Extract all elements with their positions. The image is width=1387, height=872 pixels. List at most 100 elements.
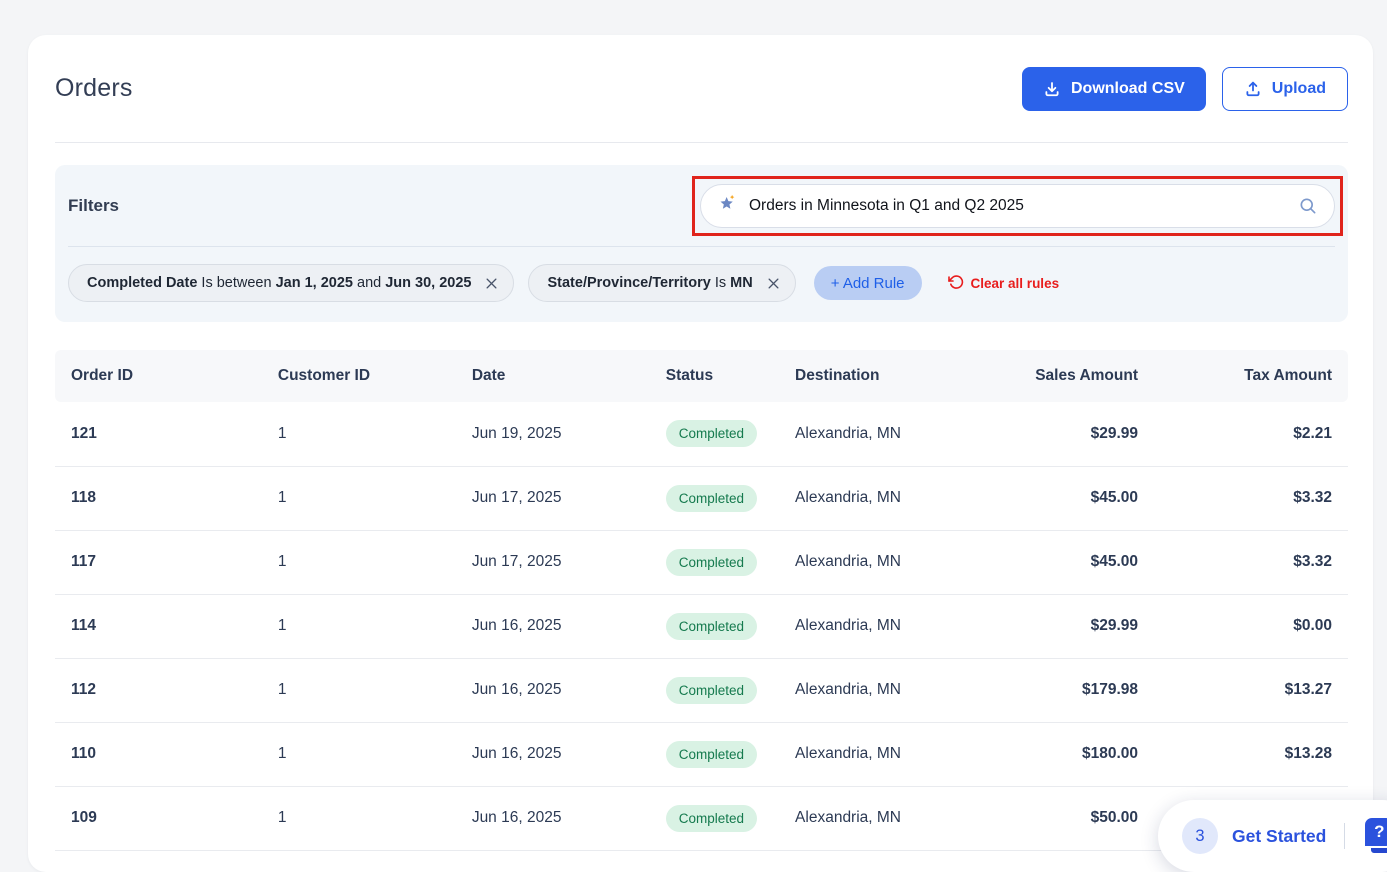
destination-cell: Alexandria, MN <box>779 722 999 787</box>
destination-cell: Alexandria, MN <box>779 786 999 851</box>
search-input[interactable] <box>749 196 1287 215</box>
status-badge: Completed <box>665 484 758 512</box>
sales-amount-cell: $180.00 <box>998 722 1154 787</box>
orders-table-head: Order ID Customer ID Date Status Destination… <box>55 350 1348 402</box>
tax-amount-cell: $13.28 <box>1154 722 1348 787</box>
date-cell: Jun 17, 2025 <box>455 466 650 531</box>
column-header-date: Date <box>455 350 650 402</box>
filters-header: Filters <box>68 165 1343 247</box>
column-header-order-id: Order ID <box>55 350 262 402</box>
ai-search-box[interactable] <box>700 183 1335 228</box>
upload-label: Upload <box>1271 79 1326 97</box>
sales-amount-cell: $45.00 <box>998 530 1154 595</box>
upload-button[interactable]: Upload <box>1221 66 1348 111</box>
filter-rule-chip[interactable]: State/Province/Territory Is MN <box>528 264 796 302</box>
destination-cell: Alexandria, MN <box>779 594 999 659</box>
customer-id-cell: 1 <box>261 722 456 787</box>
status-badge: Completed <box>665 548 758 576</box>
status-cell: Completed <box>649 402 780 467</box>
search-submit-button[interactable] <box>1298 196 1318 216</box>
destination-cell: Alexandria, MN <box>779 466 999 531</box>
destination-cell: Alexandria, MN <box>779 402 999 467</box>
table-row: 118 1 Jun 17, 2025 Completed Alexandria,… <box>55 466 1348 531</box>
remove-rule-button[interactable] <box>484 276 499 291</box>
sales-amount-cell: $29.99 <box>998 402 1154 467</box>
column-header-sales-amount: Sales Amount <box>998 350 1154 402</box>
column-header-status: Status <box>649 350 780 402</box>
get-started-count-badge: 3 <box>1182 818 1218 854</box>
customer-id-cell: 1 <box>261 786 456 851</box>
status-badge: Completed <box>665 804 758 832</box>
filter-rule-chip[interactable]: Completed Date Is between Jan 1, 2025 an… <box>68 264 515 302</box>
filters-panel: Filters Completed Date Is between Jan 1,… <box>55 165 1348 322</box>
tax-amount-cell: $13.27 <box>1154 658 1348 723</box>
filter-rules: Completed Date Is between Jan 1, 2025 an… <box>68 264 796 302</box>
date-cell: Jun 16, 2025 <box>455 658 650 723</box>
upload-icon <box>1244 80 1262 98</box>
table-header-row: Order ID Customer ID Date Status Destination… <box>55 350 1348 402</box>
clear-all-rules-label: Clear all rules <box>970 275 1060 291</box>
remove-rule-button[interactable] <box>766 276 781 291</box>
download-csv-button[interactable]: Download CSV <box>1022 66 1206 111</box>
chat-bubble-question-icon: ? <box>1363 816 1387 848</box>
widget-divider <box>1344 823 1346 849</box>
tax-amount-cell: $3.32 <box>1154 466 1348 531</box>
date-cell: Jun 17, 2025 <box>455 530 650 595</box>
order-id-cell: 121 <box>55 402 262 467</box>
status-badge: Completed <box>665 676 758 704</box>
table-row: 114 1 Jun 16, 2025 Completed Alexandria,… <box>55 594 1348 659</box>
status-cell: Completed <box>649 786 780 851</box>
status-badge: Completed <box>665 612 758 640</box>
date-cell: Jun 16, 2025 <box>455 786 650 851</box>
status-cell: Completed <box>649 594 780 659</box>
orders-table-body: 121 1 Jun 19, 2025 Completed Alexandria,… <box>55 402 1348 851</box>
customer-id-cell: 1 <box>261 658 456 723</box>
status-badge: Completed <box>665 420 758 448</box>
orders-page-card: Orders Download CSV Upload Filters Order… <box>28 35 1373 872</box>
destination-cell: Alexandria, MN <box>779 530 999 595</box>
sales-amount-cell: $50.00 <box>998 786 1154 851</box>
add-rule-button[interactable]: + Add Rule <box>813 266 922 300</box>
column-header-destination: Destination <box>779 350 999 402</box>
table-row: 109 1 Jun 16, 2025 Completed Alexandria,… <box>55 786 1348 851</box>
get-started-label: Get Started <box>1232 825 1327 846</box>
customer-id-cell: 1 <box>261 594 456 659</box>
download-icon <box>1043 80 1061 98</box>
status-badge: Completed <box>665 740 758 768</box>
sales-amount-cell: $45.00 <box>998 466 1154 531</box>
clear-all-rules-button[interactable]: Clear all rules <box>947 274 1060 293</box>
sales-amount-cell: $179.98 <box>998 658 1154 723</box>
page-header: Orders Download CSV Upload <box>55 35 1348 143</box>
get-started-widget[interactable]: 3 Get Started ? <box>1158 800 1387 872</box>
date-cell: Jun 16, 2025 <box>455 594 650 659</box>
order-id-cell: 109 <box>55 786 262 851</box>
date-cell: Jun 19, 2025 <box>455 402 650 467</box>
order-id-cell: 114 <box>55 594 262 659</box>
customer-id-cell: 1 <box>261 402 456 467</box>
status-cell: Completed <box>649 466 780 531</box>
order-id-cell: 110 <box>55 722 262 787</box>
tax-amount-cell: $0.00 <box>1154 594 1348 659</box>
column-header-customer-id: Customer ID <box>261 350 456 402</box>
page-title: Orders <box>55 74 133 102</box>
column-header-tax-amount: Tax Amount <box>1154 350 1348 402</box>
table-row: 121 1 Jun 19, 2025 Completed Alexandria,… <box>55 402 1348 467</box>
filters-title: Filters <box>68 195 120 215</box>
download-csv-label: Download CSV <box>1071 79 1185 97</box>
rule-text: Completed Date Is between Jan 1, 2025 an… <box>87 275 472 291</box>
tax-amount-cell: $3.32 <box>1154 530 1348 595</box>
orders-table: Order ID Customer ID Date Status Destination… <box>55 350 1348 851</box>
table-row: 117 1 Jun 17, 2025 Completed Alexandria,… <box>55 530 1348 595</box>
customer-id-cell: 1 <box>261 530 456 595</box>
help-chat-icon[interactable]: ? <box>1363 816 1387 856</box>
sales-amount-cell: $29.99 <box>998 594 1154 659</box>
customer-id-cell: 1 <box>261 466 456 531</box>
status-cell: Completed <box>649 722 780 787</box>
order-id-cell: 117 <box>55 530 262 595</box>
status-cell: Completed <box>649 658 780 723</box>
order-id-cell: 112 <box>55 658 262 723</box>
table-row: 112 1 Jun 16, 2025 Completed Alexandria,… <box>55 658 1348 723</box>
date-cell: Jun 16, 2025 <box>455 722 650 787</box>
filter-rules-row: Completed Date Is between Jan 1, 2025 an… <box>68 247 1335 322</box>
ai-sparkle-star-icon <box>717 193 738 219</box>
